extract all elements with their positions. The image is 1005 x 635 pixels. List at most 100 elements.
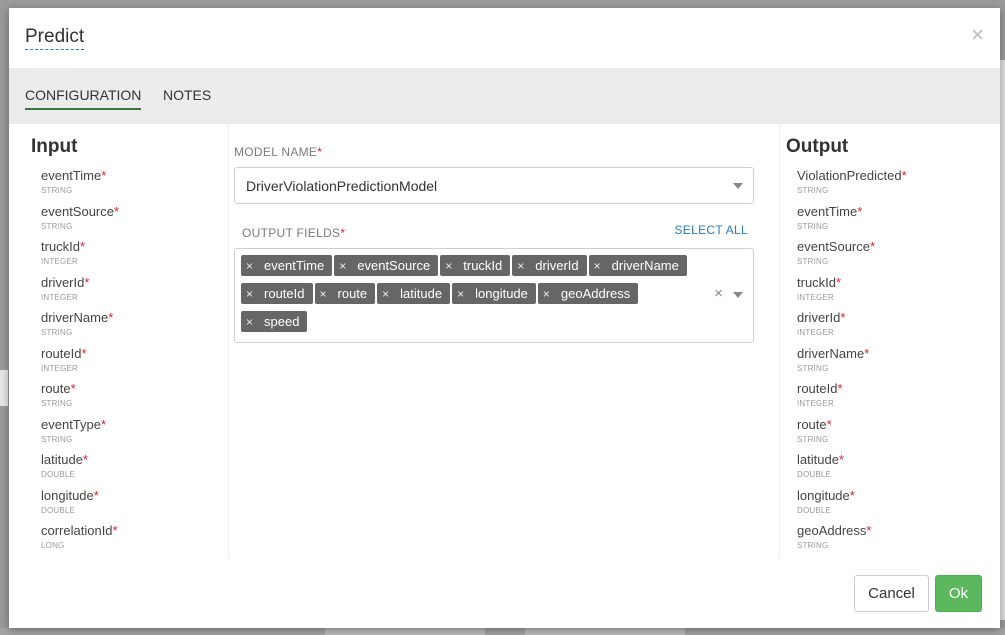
field-type: STRING xyxy=(41,186,73,195)
field-type: STRING xyxy=(41,328,73,337)
field-item: route* STRING xyxy=(41,381,76,408)
close-icon[interactable]: × xyxy=(339,256,346,277)
select-all-link[interactable]: SELECT ALL xyxy=(675,223,749,237)
close-icon[interactable]: × xyxy=(246,256,253,277)
field-type: STRING xyxy=(797,221,829,231)
backdrop-edge xyxy=(0,370,8,406)
field-item: routeId* INTEGER xyxy=(41,346,87,373)
field-name: eventSource* xyxy=(41,203,120,219)
field-item: eventSource* STRING xyxy=(41,204,119,231)
close-icon[interactable]: × xyxy=(594,256,601,277)
close-icon[interactable]: × xyxy=(445,256,452,277)
field-item: driverId* INTEGER xyxy=(797,310,845,337)
field-type: STRING xyxy=(797,257,829,266)
field-item: driverName* STRING xyxy=(797,346,869,373)
output-field-chip[interactable]: × speed xyxy=(241,311,308,333)
field-type: INTEGER xyxy=(797,399,834,408)
field-name: driverName* xyxy=(41,310,114,325)
field-item: longitude* DOUBLE xyxy=(797,488,855,515)
field-name: eventSource* xyxy=(797,239,876,254)
model-name-select[interactable]: DriverViolationPredictionModel xyxy=(234,167,754,204)
modal-title[interactable]: Predict xyxy=(25,26,85,50)
backdrop-bottom xyxy=(0,628,1005,635)
output-field-chip[interactable]: × longitude xyxy=(452,283,536,304)
field-type: STRING xyxy=(797,363,829,373)
output-fields-multiselect[interactable]: × eventTime × eventSource × truckId × driverId ×… xyxy=(234,248,754,343)
field-name: longitude* xyxy=(797,487,855,503)
field-item: ViolationPredicted* STRING xyxy=(797,168,907,195)
field-item: longitude* DOUBLE xyxy=(41,488,99,515)
tab-configuration[interactable]: CONFIGURATION xyxy=(25,87,142,110)
field-name: routeId* xyxy=(41,345,87,361)
chip-label: latitude xyxy=(400,286,443,301)
output-field-chip[interactable]: × driverId xyxy=(512,255,587,277)
output-field-chip[interactable]: × truckId xyxy=(440,255,511,277)
output-field-chip[interactable]: × driverName xyxy=(588,255,687,277)
chip-label: eventSource xyxy=(357,258,431,273)
model-name-label: MODEL NAME* xyxy=(234,145,323,159)
field-type: STRING xyxy=(797,186,829,195)
output-field-chip[interactable]: × eventSource xyxy=(334,255,439,277)
output-field-chip[interactable]: × routeId xyxy=(241,283,313,304)
cancel-button[interactable]: Cancel xyxy=(854,575,929,612)
field-name: driverName* xyxy=(797,345,870,361)
chevron-down-icon[interactable] xyxy=(733,292,743,298)
predict-modal: Predict × CONFIGURATION NOTES Input even… xyxy=(9,8,1000,628)
output-field-chip[interactable]: × eventTime xyxy=(241,255,333,277)
backdrop-node xyxy=(525,628,685,635)
field-name: route* xyxy=(797,416,832,432)
output-field-chip[interactable]: × route xyxy=(314,283,376,305)
field-item: geoAddress* STRING xyxy=(797,523,871,550)
chip-label: routeId xyxy=(264,286,305,301)
close-icon[interactable]: × xyxy=(246,312,253,333)
close-icon[interactable]: × xyxy=(457,284,464,305)
close-icon[interactable]: × xyxy=(382,284,389,305)
field-name: eventTime* xyxy=(797,203,863,219)
field-item: latitude* DOUBLE xyxy=(797,452,844,479)
field-type: DOUBLE xyxy=(797,505,832,515)
field-type: STRING xyxy=(797,541,829,550)
close-icon[interactable]: × xyxy=(517,256,524,277)
field-item: route* STRING xyxy=(797,417,832,444)
ok-button[interactable]: Ok xyxy=(935,575,982,612)
chip-label: route xyxy=(337,286,368,301)
field-item: eventTime* STRING xyxy=(797,204,862,231)
field-item: driverId* INTEGER xyxy=(41,275,89,302)
field-name: routeId* xyxy=(797,381,843,396)
field-type: DOUBLE xyxy=(797,470,832,479)
clear-icon[interactable]: × xyxy=(714,285,723,302)
tab-notes[interactable]: NOTES xyxy=(163,87,211,108)
field-item: truckId* INTEGER xyxy=(797,275,841,302)
chevron-down-icon[interactable] xyxy=(733,183,743,189)
field-item: correlationId* LONG xyxy=(41,523,118,550)
backdrop-edge xyxy=(1000,60,1005,620)
field-type: STRING xyxy=(41,221,73,231)
backdrop-node xyxy=(325,628,485,635)
field-item: eventTime* STRING xyxy=(41,168,106,195)
chip-label: driverName xyxy=(611,258,679,273)
field-item: truckId* INTEGER xyxy=(41,239,85,266)
output-field-chip[interactable]: × geoAddress xyxy=(537,283,639,305)
field-name: latitude* xyxy=(797,452,844,467)
output-field-chips: × eventTime × eventSource × truckId × driverId ×… xyxy=(241,255,701,339)
field-type: STRING xyxy=(797,434,829,444)
field-type: INTEGER xyxy=(797,328,834,337)
field-name: truckId* xyxy=(797,274,842,290)
close-icon[interactable]: × xyxy=(543,284,550,305)
chip-label: eventTime xyxy=(264,258,325,273)
output-fields-label: OUTPUT FIELDS* xyxy=(242,226,346,240)
chip-label: speed xyxy=(264,314,300,329)
field-type: INTEGER xyxy=(41,257,78,266)
chip-label: driverId xyxy=(535,258,579,273)
field-name: longitude* xyxy=(41,487,99,503)
field-type: LONG xyxy=(41,541,65,550)
field-type: INTEGER xyxy=(41,292,78,302)
field-type: STRING xyxy=(41,434,73,444)
close-icon[interactable]: × xyxy=(246,284,253,305)
close-icon[interactable]: × xyxy=(320,284,327,305)
close-icon[interactable]: × xyxy=(971,22,984,48)
chip-label: truckId xyxy=(463,258,503,273)
field-name: route* xyxy=(41,381,76,396)
output-field-chip[interactable]: × latitude xyxy=(377,283,451,305)
field-name: driverId* xyxy=(41,274,90,290)
